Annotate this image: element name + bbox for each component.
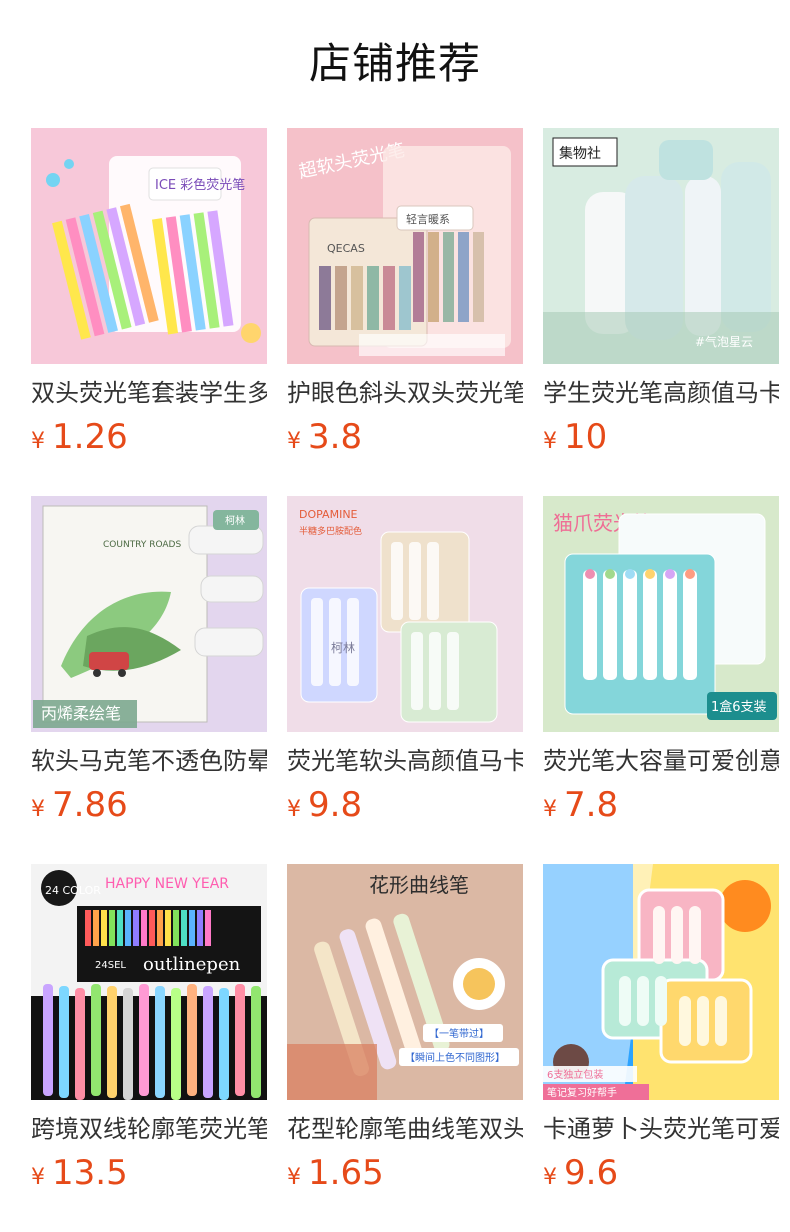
brand-logo-text: 集物社 xyxy=(559,145,601,162)
product-card[interactable]: 花形曲线笔 【一笔带过】 【瞬间上色不同图形】 花型轮廓笔曲线笔双头 ¥ 1.6… xyxy=(287,864,523,1199)
brand-badge: 柯林 xyxy=(225,514,245,527)
currency-symbol: ¥ xyxy=(543,429,557,454)
currency-symbol: ¥ xyxy=(287,1165,301,1190)
currency-symbol: ¥ xyxy=(31,429,45,454)
product-name[interactable]: 卡通萝卜头荧光笔可爱学生 xyxy=(543,1112,779,1146)
product-price: ¥3.8 xyxy=(287,417,523,463)
currency-symbol: ¥ xyxy=(31,797,45,822)
product-price: ¥13.5 xyxy=(31,1153,267,1199)
product-card[interactable]: DOPAMINE 半糖多巴胺配色 柯林 荧光笔软头高颜值马卡 ¥ 9.8 xyxy=(287,496,523,831)
price-value: 3.8 xyxy=(308,417,363,457)
curve-pen-illustration: 花形曲线笔 【一笔带过】 【瞬间上色不同图形】 xyxy=(287,864,523,1100)
product-image[interactable]: 花形曲线笔 【一笔带过】 【瞬间上色不同图形】 xyxy=(287,864,523,1100)
product-image[interactable]: 猫爪荧光笔 1盒6支装 xyxy=(543,496,779,732)
product-price: ¥10 xyxy=(543,417,779,463)
product-name[interactable]: 荧光笔软头高颜值马卡龙色 xyxy=(287,744,523,778)
product-price: ¥7.8 xyxy=(543,785,779,831)
product-name[interactable]: 荧光笔大容量可爱创意学生 xyxy=(543,744,779,778)
currency-symbol: ¥ xyxy=(31,1165,45,1190)
product-name[interactable]: 学生荧光笔高颜值马卡龙色 xyxy=(543,376,779,410)
product-card[interactable]: 6支独立包装 笔记复习好帮手 卡通萝卜头荧光笔可爱学生 ¥9.6 xyxy=(543,864,779,1199)
pack-count-label: 1盒6支装 xyxy=(711,699,767,715)
set-label: 24SEL xyxy=(95,960,126,971)
marker-notebook-illustration: COUNTRY ROADS 柯林 丙烯柔绘笔 xyxy=(31,496,267,732)
feature-tag-2: 【瞬间上色不同图形】 xyxy=(405,1051,505,1064)
product-brand-script: outlinepen xyxy=(143,954,241,975)
pack-info-label: 6支独立包装 xyxy=(547,1068,603,1081)
product-name[interactable]: 护眼色斜头双头荧光笔套装 xyxy=(287,376,523,410)
currency-symbol: ¥ xyxy=(543,797,557,822)
currency-symbol: ¥ xyxy=(287,429,301,454)
product-image[interactable]: 集物社 #气泡星云 xyxy=(543,128,779,364)
price-value: 9.8 xyxy=(308,785,363,825)
product-image[interactable]: 6支独立包装 笔记复习好帮手 xyxy=(543,864,779,1100)
outline-pen-box-illustration: 24 COLOR HAPPY NEW YEAR 24SEL outlinepen xyxy=(31,864,267,1100)
bottle-highlighter-illustration: 集物社 #气泡星云 xyxy=(543,128,779,364)
brand-label: QECAS xyxy=(327,242,365,255)
product-card[interactable]: COUNTRY ROADS 柯林 丙烯柔绘笔 软头马克笔不透色防晕染 xyxy=(31,496,267,831)
product-card[interactable]: 超软头荧光笔 QECAS 轻言暖系 护眼色斜头双头荧光笔 ¥ 3.8 xyxy=(287,128,523,463)
product-price: ¥1.26 xyxy=(31,417,267,463)
carrot-highlighter-illustration: 6支独立包装 笔记复习好帮手 xyxy=(543,864,779,1100)
currency-symbol: ¥ xyxy=(287,797,301,822)
product-image[interactable]: 超软头荧光笔 QECAS 轻言暖系 xyxy=(287,128,523,364)
notebook-title: COUNTRY ROADS xyxy=(103,540,181,550)
price-value: 10 xyxy=(564,417,608,457)
cat-paw-highlighter-illustration: 猫爪荧光笔 1盒6支装 xyxy=(543,496,779,732)
product-card[interactable]: 集物社 #气泡星云 学生荧光笔高颜值马卡龙色 ¥10 xyxy=(543,128,779,463)
section-title: 店铺推荐 xyxy=(308,39,481,88)
brand-text: DOPAMINE xyxy=(299,508,358,521)
product-price: ¥7.86 xyxy=(31,785,267,831)
product-card[interactable]: 猫爪荧光笔 1盒6支装 荧光笔大容量可爱创意 ¥ 7.8 xyxy=(543,496,779,831)
product-price: ¥1.65 xyxy=(287,1153,523,1199)
price-value: 13.5 xyxy=(52,1153,128,1193)
tagline-text: 半糖多巴胺配色 xyxy=(299,525,362,537)
product-name[interactable]: 跨境双线轮廓笔荧光笔套装 xyxy=(31,1112,267,1146)
store-recommendations-page: 店铺推荐 ICE 彩色荧光笔 双头荧光笔套装学生多 ¥ 1.26 超软头荧光笔 … xyxy=(0,0,790,1232)
price-value: 1.26 xyxy=(52,417,128,457)
product-image[interactable]: 24 COLOR HAPPY NEW YEAR 24SEL outlinepen xyxy=(31,864,267,1100)
price-value: 7.86 xyxy=(52,785,128,825)
product-name[interactable]: 软头马克笔不透色防晕染 xyxy=(31,744,267,778)
highlighter-set-illustration: 超软头荧光笔 QECAS 轻言暖系 xyxy=(287,128,523,364)
highlighter-pack-illustration: ICE 彩色荧光笔 xyxy=(31,128,267,364)
product-price: ¥9.8 xyxy=(287,785,523,831)
feature-label: 丙烯柔绘笔 xyxy=(41,704,121,723)
product-image[interactable]: ICE 彩色荧光笔 xyxy=(31,128,267,364)
product-price: ¥9.6 xyxy=(543,1153,779,1199)
color-count-badge: 24 COLOR xyxy=(45,884,101,897)
usage-label: 笔记复习好帮手 xyxy=(547,1086,617,1099)
product-grid: ICE 彩色荧光笔 双头荧光笔套装学生多 ¥ 1.26 超软头荧光笔 QECAS… xyxy=(31,128,779,1199)
price-value: 9.6 xyxy=(564,1153,619,1193)
series-label: 轻言暖系 xyxy=(406,212,450,226)
box-brand-text: 柯林 xyxy=(331,641,355,655)
headline-text: 花形曲线笔 xyxy=(369,873,469,897)
product-card[interactable]: ICE 彩色荧光笔 双头荧光笔套装学生多 ¥ 1.26 xyxy=(31,128,267,463)
pack-label: ICE 彩色荧光笔 xyxy=(155,177,245,193)
price-value: 7.8 xyxy=(564,785,619,825)
hashtag-label: #气泡星云 xyxy=(695,334,753,349)
product-image[interactable]: COUNTRY ROADS 柯林 丙烯柔绘笔 xyxy=(31,496,267,732)
pastel-marker-box-illustration: DOPAMINE 半糖多巴胺配色 柯林 xyxy=(287,496,523,732)
product-name[interactable]: 双头荧光笔套装学生多色记号笔 xyxy=(31,376,267,410)
holiday-text: HAPPY NEW YEAR xyxy=(105,876,229,892)
currency-symbol: ¥ xyxy=(543,1165,557,1190)
feature-tag-1: 【一笔带过】 xyxy=(429,1027,489,1040)
product-name[interactable]: 花型轮廓笔曲线笔双头记号笔 xyxy=(287,1112,523,1146)
product-image[interactable]: DOPAMINE 半糖多巴胺配色 柯林 xyxy=(287,496,523,732)
product-card[interactable]: 24 COLOR HAPPY NEW YEAR 24SEL outlinepen… xyxy=(31,864,267,1199)
price-value: 1.65 xyxy=(308,1153,384,1193)
